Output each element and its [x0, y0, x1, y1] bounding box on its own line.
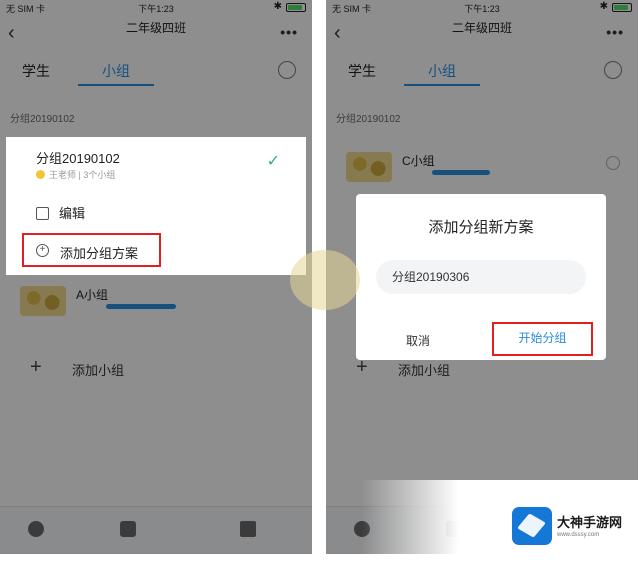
scheme-option-name[interactable]: 分组20190102 [36, 148, 120, 167]
add-scheme-label: 添加分组方案 [60, 246, 139, 261]
checkmark-icon: ✓ [266, 153, 280, 170]
scheme-meta-text: 王老师 | 3个小组 [49, 170, 116, 180]
edit-menu-item[interactable]: 编辑 [36, 203, 85, 222]
edit-label: 编辑 [59, 206, 86, 221]
cancel-button[interactable]: 取消 [406, 332, 430, 349]
scheme-option-meta: 王老师 | 3个小组 [36, 168, 115, 181]
left-phone-screen: 无 SIM 卡 下午1:23 ✱ ‹ 二年级四班 ••• 学生 小组 分组201… [0, 0, 312, 554]
site-name: 大神手游网 [557, 515, 623, 530]
add-scheme-menu-item[interactable]: + 添加分组方案 [22, 233, 161, 267]
plus-circle-icon: + [36, 244, 49, 257]
site-url: www.dsssy.com [557, 532, 600, 538]
start-grouping-button[interactable]: 开始分组 [492, 322, 593, 356]
site-watermark: 大神手游网 www.dsssy.com [362, 480, 638, 568]
modal-overlay[interactable] [0, 0, 312, 554]
scheme-menu-popup: 分组20190102 王老师 | 3个小组 ✓ 编辑 + 添加分组方案 [6, 137, 306, 275]
right-phone-screen: 无 SIM 卡 下午1:23 ✱ ‹ 二年级四班 ••• 学生 小组 分组201… [326, 0, 638, 554]
dialog-title: 添加分组新方案 [428, 219, 534, 236]
teacher-avatar-icon [36, 170, 45, 179]
site-logo-icon [512, 507, 552, 545]
edit-icon [36, 207, 49, 220]
comparison-screenshot: 无 SIM 卡 下午1:23 ✱ ‹ 二年级四班 ••• 学生 小组 分组201… [0, 0, 638, 568]
scheme-name-input[interactable]: 分组20190306 [376, 260, 586, 294]
watermark-mascot-image [290, 250, 360, 310]
add-scheme-dialog: 添加分组新方案 分组20190306 取消 开始分组 [356, 194, 606, 360]
